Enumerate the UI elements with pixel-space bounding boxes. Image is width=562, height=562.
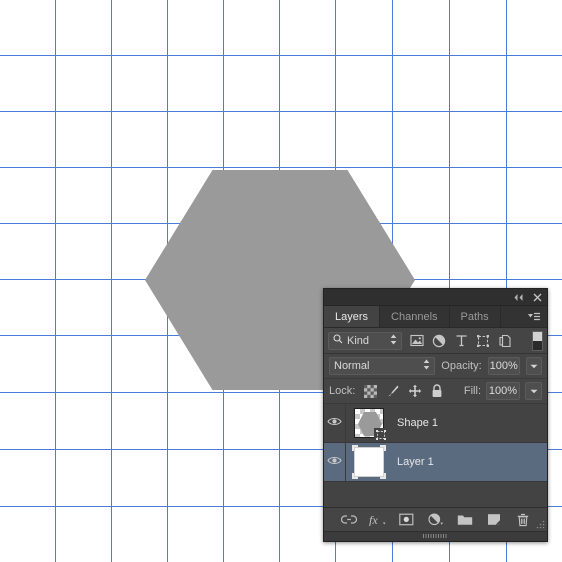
layer-name-layer-1: Layer 1 bbox=[397, 456, 434, 468]
eye-visibility-icon bbox=[327, 416, 342, 430]
opacity-value: 100% bbox=[489, 360, 518, 372]
link-layers-icon[interactable] bbox=[340, 511, 358, 529]
thumbnail-selection-corner bbox=[380, 473, 386, 479]
pixel-layer-filter-icon[interactable] bbox=[407, 331, 427, 351]
svg-text:fx: fx bbox=[369, 513, 378, 526]
fill-group: Fill: 100% bbox=[464, 382, 542, 400]
tab-channels[interactable]: Channels bbox=[380, 306, 450, 327]
new-layer-icon[interactable] bbox=[485, 511, 503, 529]
opacity-label: Opacity: bbox=[441, 360, 482, 372]
collapse-to-icons-icon[interactable] bbox=[513, 293, 524, 302]
lock-image-pixels-icon[interactable] bbox=[385, 384, 400, 399]
layer-visibility-toggle-shape-1[interactable] bbox=[324, 404, 346, 442]
lock-label: Lock: bbox=[329, 385, 356, 397]
type-layer-filter-icon[interactable] bbox=[451, 331, 471, 351]
photoshop-window: Layers Channels Paths Kind Normal Opacit… bbox=[0, 0, 562, 562]
chevron-down-icon bbox=[530, 360, 538, 372]
layer-type-filters bbox=[407, 331, 515, 351]
layer-visibility-toggle-layer-1[interactable] bbox=[324, 443, 346, 481]
layers-panel-toolbar: fx bbox=[324, 507, 547, 531]
blend-opacity-row: Normal Opacity: 100% bbox=[324, 354, 547, 379]
lock-position-icon[interactable] bbox=[407, 384, 422, 399]
panel-menu-icon[interactable] bbox=[521, 306, 547, 327]
tab-paths[interactable]: Paths bbox=[450, 306, 501, 327]
layer-thumbnail-shape-1[interactable] bbox=[352, 406, 388, 442]
shape-layer-filter-icon[interactable] bbox=[473, 331, 493, 351]
delete-layer-icon[interactable] bbox=[514, 511, 532, 529]
thumbnail-selection-corner bbox=[380, 445, 386, 451]
opacity-input[interactable]: 100% bbox=[487, 357, 520, 375]
grid-line-horizontal bbox=[0, 55, 562, 56]
tab-paths-label: Paths bbox=[460, 310, 489, 323]
fill-dropdown-button[interactable] bbox=[525, 382, 542, 400]
grid-line-horizontal bbox=[0, 167, 562, 168]
layer-row-layer-1[interactable]: Layer 1 bbox=[324, 443, 547, 482]
layers-panel: Layers Channels Paths Kind Normal Opacit… bbox=[323, 288, 548, 542]
resize-grip-icon[interactable] bbox=[536, 520, 545, 529]
thumbnail-selection-corner bbox=[352, 445, 358, 451]
lock-fill-row: Lock: Fill: 100% bbox=[324, 379, 547, 404]
new-group-icon[interactable] bbox=[456, 511, 474, 529]
fill-value: 100% bbox=[488, 385, 518, 397]
grid-line-vertical bbox=[55, 0, 56, 562]
thumbnail-selection-corner bbox=[352, 473, 358, 479]
fill-input[interactable]: 100% bbox=[486, 382, 520, 400]
panel-titlebar bbox=[324, 289, 547, 306]
smart-object-filter-icon[interactable] bbox=[495, 331, 515, 351]
filter-enable-toggle[interactable] bbox=[532, 330, 543, 351]
stepper-arrows-icon[interactable] bbox=[390, 334, 397, 348]
opacity-dropdown-button[interactable] bbox=[525, 357, 542, 375]
layer-list[interactable]: Shape 1 Layer 1 bbox=[324, 404, 547, 507]
fill-label: Fill: bbox=[463, 385, 481, 397]
adjustment-layer-filter-icon[interactable] bbox=[429, 331, 449, 351]
layer-row-shape-1[interactable]: Shape 1 bbox=[324, 404, 547, 443]
search-icon bbox=[333, 334, 343, 347]
grid-line-horizontal bbox=[0, 111, 562, 112]
lock-transparent-pixels-icon[interactable] bbox=[363, 384, 378, 399]
layer-filter-row: Kind bbox=[324, 328, 547, 354]
stepper-arrows-icon[interactable] bbox=[423, 359, 430, 373]
layer-style-fx-icon[interactable]: fx bbox=[369, 511, 387, 529]
tab-channels-label: Channels bbox=[391, 310, 438, 323]
panel-tab-bar: Layers Channels Paths bbox=[324, 306, 547, 328]
vector-mask-badge bbox=[374, 428, 388, 442]
chevron-down-icon bbox=[530, 385, 538, 397]
tab-layers[interactable]: Layers bbox=[324, 306, 381, 327]
lock-all-icon[interactable] bbox=[429, 384, 444, 399]
new-adjustment-layer-icon[interactable] bbox=[427, 511, 445, 529]
panel-resize-grip-icon[interactable] bbox=[324, 531, 547, 541]
blend-mode-select[interactable]: Normal bbox=[329, 357, 436, 375]
blend-mode-value: Normal bbox=[334, 360, 370, 372]
close-icon[interactable] bbox=[533, 293, 542, 302]
grid-line-vertical bbox=[111, 0, 112, 562]
filter-kind-select[interactable]: Kind bbox=[328, 331, 402, 350]
layer-mask-icon[interactable] bbox=[398, 511, 416, 529]
layer-thumbnail-layer-1[interactable] bbox=[352, 445, 386, 479]
eye-visibility-icon bbox=[327, 455, 342, 469]
tab-layers-label: Layers bbox=[335, 310, 369, 323]
layer-name-shape-1: Shape 1 bbox=[397, 417, 438, 429]
filter-kind-label: Kind bbox=[347, 334, 370, 347]
